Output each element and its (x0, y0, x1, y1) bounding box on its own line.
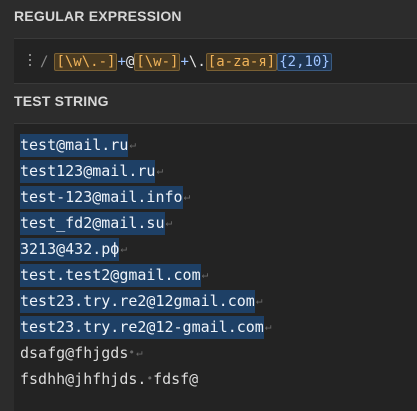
test-line: test.test2@gmail.com ↵ (20, 262, 271, 288)
newline-icon: ↵ (264, 320, 272, 333)
match-highlight: test@mail.ru (20, 133, 129, 157)
newline-icon: ↵ (120, 242, 127, 255)
newline-icon: ↵ (129, 138, 136, 151)
newline-icon: ↵ (201, 268, 209, 281)
regex-token-quantifier: + (180, 54, 189, 70)
unmatched-text: fsdhh@jhfhjds. (20, 370, 147, 388)
newline-icon: ↵ (156, 164, 164, 177)
regex-token-charset: [\w-] (134, 53, 181, 71)
regex-token-quantifier: {2,10} (277, 53, 332, 71)
match-highlight: 3213@432.рф (20, 237, 120, 261)
match-highlight: test23.try.re2@12gmail.com (20, 289, 255, 313)
unmatched-text: fdsf@ (153, 370, 199, 388)
newline-icon: ↵ (165, 216, 173, 229)
test-string-editor[interactable]: test@mail.ru ↵ test123@mail.ru ↵ test-123@… (14, 123, 417, 411)
regex-token-quantifier: + (117, 54, 126, 70)
match-highlight: test123@mail.ru (20, 159, 156, 183)
test-section-title: TEST STRING (14, 93, 109, 109)
match-highlight: test23.try.re2@12-gmail.com (20, 315, 264, 339)
regex-section-title: REGULAR EXPRESSION (14, 8, 182, 24)
match-highlight: test.test2@gmail.com (20, 263, 201, 287)
regex-token-literal: @ (125, 54, 135, 70)
regex-token-charset: [a-zа-я] (205, 53, 278, 71)
drag-handle-icon[interactable] (28, 54, 32, 68)
test-line: test@mail.ru ↵ (20, 132, 271, 158)
test-line: test_fd2@mail.su ↵ (20, 210, 271, 236)
regex-expression[interactable]: / [\w\.-] + @ [\w-] + \. [a-zа-я] {2,10} (40, 52, 332, 72)
newline-icon: ↵ (136, 346, 143, 359)
regex-input[interactable]: / [\w\.-] + @ [\w-] + \. [a-zа-я] {2,10} (14, 38, 417, 84)
space-icon: • (146, 372, 154, 385)
regex-token-charset: [\w\.-] (54, 53, 118, 71)
test-line: test123@mail.ru ↵ (20, 158, 271, 184)
regex-delimiter: / (40, 54, 49, 70)
space-icon: • (128, 346, 135, 359)
regex-token-escape: \. (188, 54, 206, 70)
test-line: fsdhh@jhfhjds. • fdsf@ (20, 366, 271, 392)
newline-icon: ↵ (255, 294, 263, 307)
test-line: test23.try.re2@12gmail.com ↵ (20, 288, 271, 314)
test-line: test23.try.re2@12-gmail.com ↵ (20, 314, 271, 340)
regex-tester-panel: REGULAR EXPRESSION / [\w\.-] + @ [\w-] +… (0, 0, 417, 411)
newline-icon: ↵ (183, 190, 191, 203)
test-string-lines: test@mail.ru ↵ test123@mail.ru ↵ test-123@… (20, 132, 271, 392)
test-line: test-123@mail.info ↵ (20, 184, 271, 210)
unmatched-text: dsafg@fhjgds (20, 344, 129, 362)
test-line: 3213@432.рф ↵ (20, 236, 271, 262)
match-highlight: test-123@mail.info (20, 185, 183, 209)
test-line: dsafg@fhjgds • ↵ (20, 340, 271, 366)
match-highlight: test_fd2@mail.su (20, 211, 165, 235)
